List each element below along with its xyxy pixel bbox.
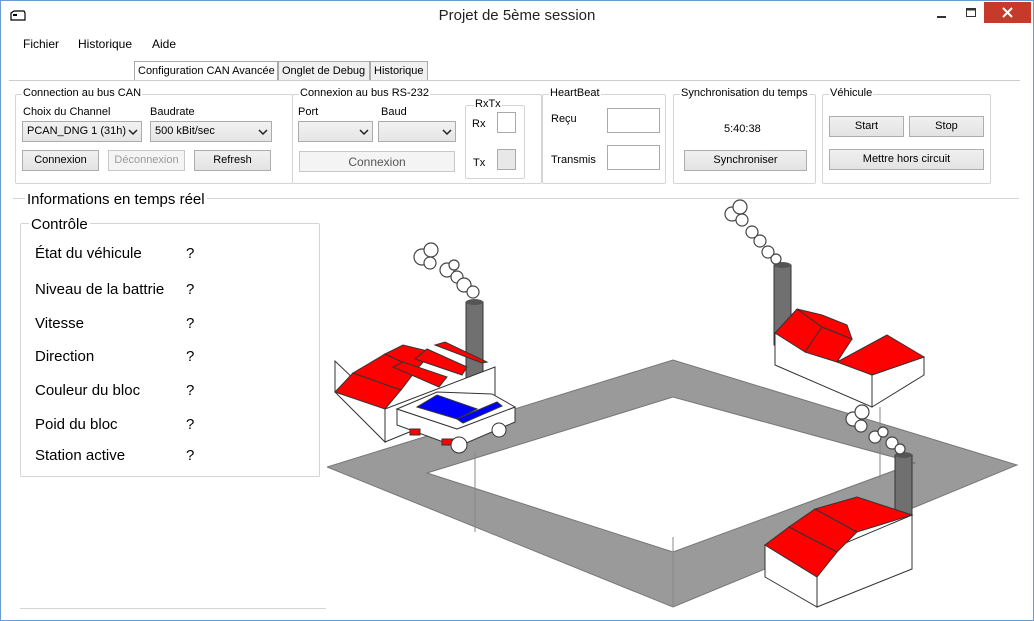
rxtx-label: RxTx [474,98,502,110]
start-button[interactable]: Start [829,116,904,137]
chevron-down-icon [442,129,452,136]
vehicle-group: Véhicule Start Stop Mettre hors circuit [822,87,991,184]
battery-level-value: ? [186,281,195,298]
block-color-value: ? [186,382,195,399]
tab-historique[interactable]: Historique [370,61,428,80]
rxtx-group: RxTx Rx Tx [465,98,525,179]
heartbeat-group: HeartBeat Reçu Transmis [542,87,666,184]
battery-level-label: Niveau de la battrie [35,281,165,298]
control-group-label: Contrôle [29,216,90,233]
vehicle-group-label: Véhicule [829,87,874,99]
can-group-label: Connection au bus CAN [22,87,143,99]
active-station-value: ? [186,447,195,464]
port-select[interactable] [298,121,373,142]
direction-value: ? [186,348,195,365]
app-window: Projet de 5ème session Fichier Historiqu… [0,0,1034,621]
speed-label: Vitesse [35,315,84,332]
menu-fichier[interactable]: Fichier [23,37,59,51]
tab-debug[interactable]: Onglet de Debug [278,61,370,80]
vehicle-state-value: ? [186,245,195,262]
config-panel: Connection au bus CAN Choix du Channel B… [9,80,1020,186]
channel-value: PCAN_DNG 1 (31h) [27,125,127,137]
port-label: Port [298,106,319,118]
tx-label: Tx [473,157,486,169]
sync-time: 5:40:38 [724,123,761,135]
smoke-left [413,242,480,299]
chevron-down-icon [128,129,138,136]
factory-circuit-scene [327,199,1019,608]
transmit-label: Transmis [551,154,596,166]
realtime-section-label: Informations en temps réel [25,191,207,208]
baudrate-label: Baudrate [150,106,195,118]
control-group: Contrôle État du véhicule ? Niveau de la… [20,216,320,477]
transmit-indicator [607,145,660,170]
speed-value: ? [186,315,195,332]
heartbeat-group-label: HeartBeat [549,87,601,99]
maximize-icon [966,7,976,17]
smoke-top-right [724,199,782,265]
menu-historique[interactable]: Historique [78,37,132,51]
title-bar: Projet de 5ème session [1,1,1033,31]
tx-indicator [497,149,516,170]
menu-bar: Fichier Historique Aide [2,34,1032,54]
close-button[interactable] [984,2,1031,23]
close-icon [1002,7,1013,18]
offline-button[interactable]: Mettre hors circuit [829,149,984,170]
menu-aide[interactable]: Aide [152,37,176,51]
baudrate-value: 500 kBit/sec [155,125,215,137]
minimize-button[interactable] [927,2,957,23]
channel-label: Choix du Channel [23,106,111,118]
baud-select[interactable] [378,121,456,142]
rs232-group-label: Connexion au bus RS-232 [299,87,431,99]
can-disconnect-button[interactable]: Déconnexion [108,150,185,171]
vehicle-state-label: État du véhicule [35,245,142,262]
maximize-button[interactable] [957,2,985,23]
block-weight-value: ? [186,416,195,433]
received-label: Reçu [551,113,577,125]
chevron-down-icon [359,129,369,136]
baudrate-select[interactable]: 500 kBit/sec [150,121,272,142]
chevron-down-icon [258,129,268,136]
rx-indicator [497,112,516,133]
minimize-icon [937,15,946,18]
rx-label: Rx [472,118,486,130]
can-group: Connection au bus CAN Choix du Channel B… [15,87,293,184]
tab-configuration-can[interactable]: Configuration CAN Avancée [134,61,278,80]
received-indicator [607,108,660,133]
sync-button[interactable]: Synchroniser [684,150,807,171]
factory-top-right [724,199,926,408]
sync-group-label: Synchronisation du temps [680,87,809,99]
rs232-group: Connexion au bus RS-232 Port Baud Connex… [292,87,542,184]
rs232-connect-button[interactable]: Connexion [299,151,455,172]
window-title: Projet de 5ème session [438,7,596,24]
stop-button[interactable]: Stop [909,116,984,137]
can-connect-button[interactable]: Connexion [22,150,99,171]
baud-label: Baud [381,106,407,118]
sync-group: Synchronisation du temps 5:40:38 Synchro… [673,87,816,184]
block-color-label: Couleur du bloc [35,382,141,399]
can-refresh-button[interactable]: Refresh [194,150,271,171]
block-weight-label: Poid du bloc [35,416,118,433]
bottom-separator [20,608,326,609]
direction-label: Direction [35,348,95,365]
active-station-label: Station active [35,447,126,464]
channel-select[interactable]: PCAN_DNG 1 (31h) [22,121,142,142]
